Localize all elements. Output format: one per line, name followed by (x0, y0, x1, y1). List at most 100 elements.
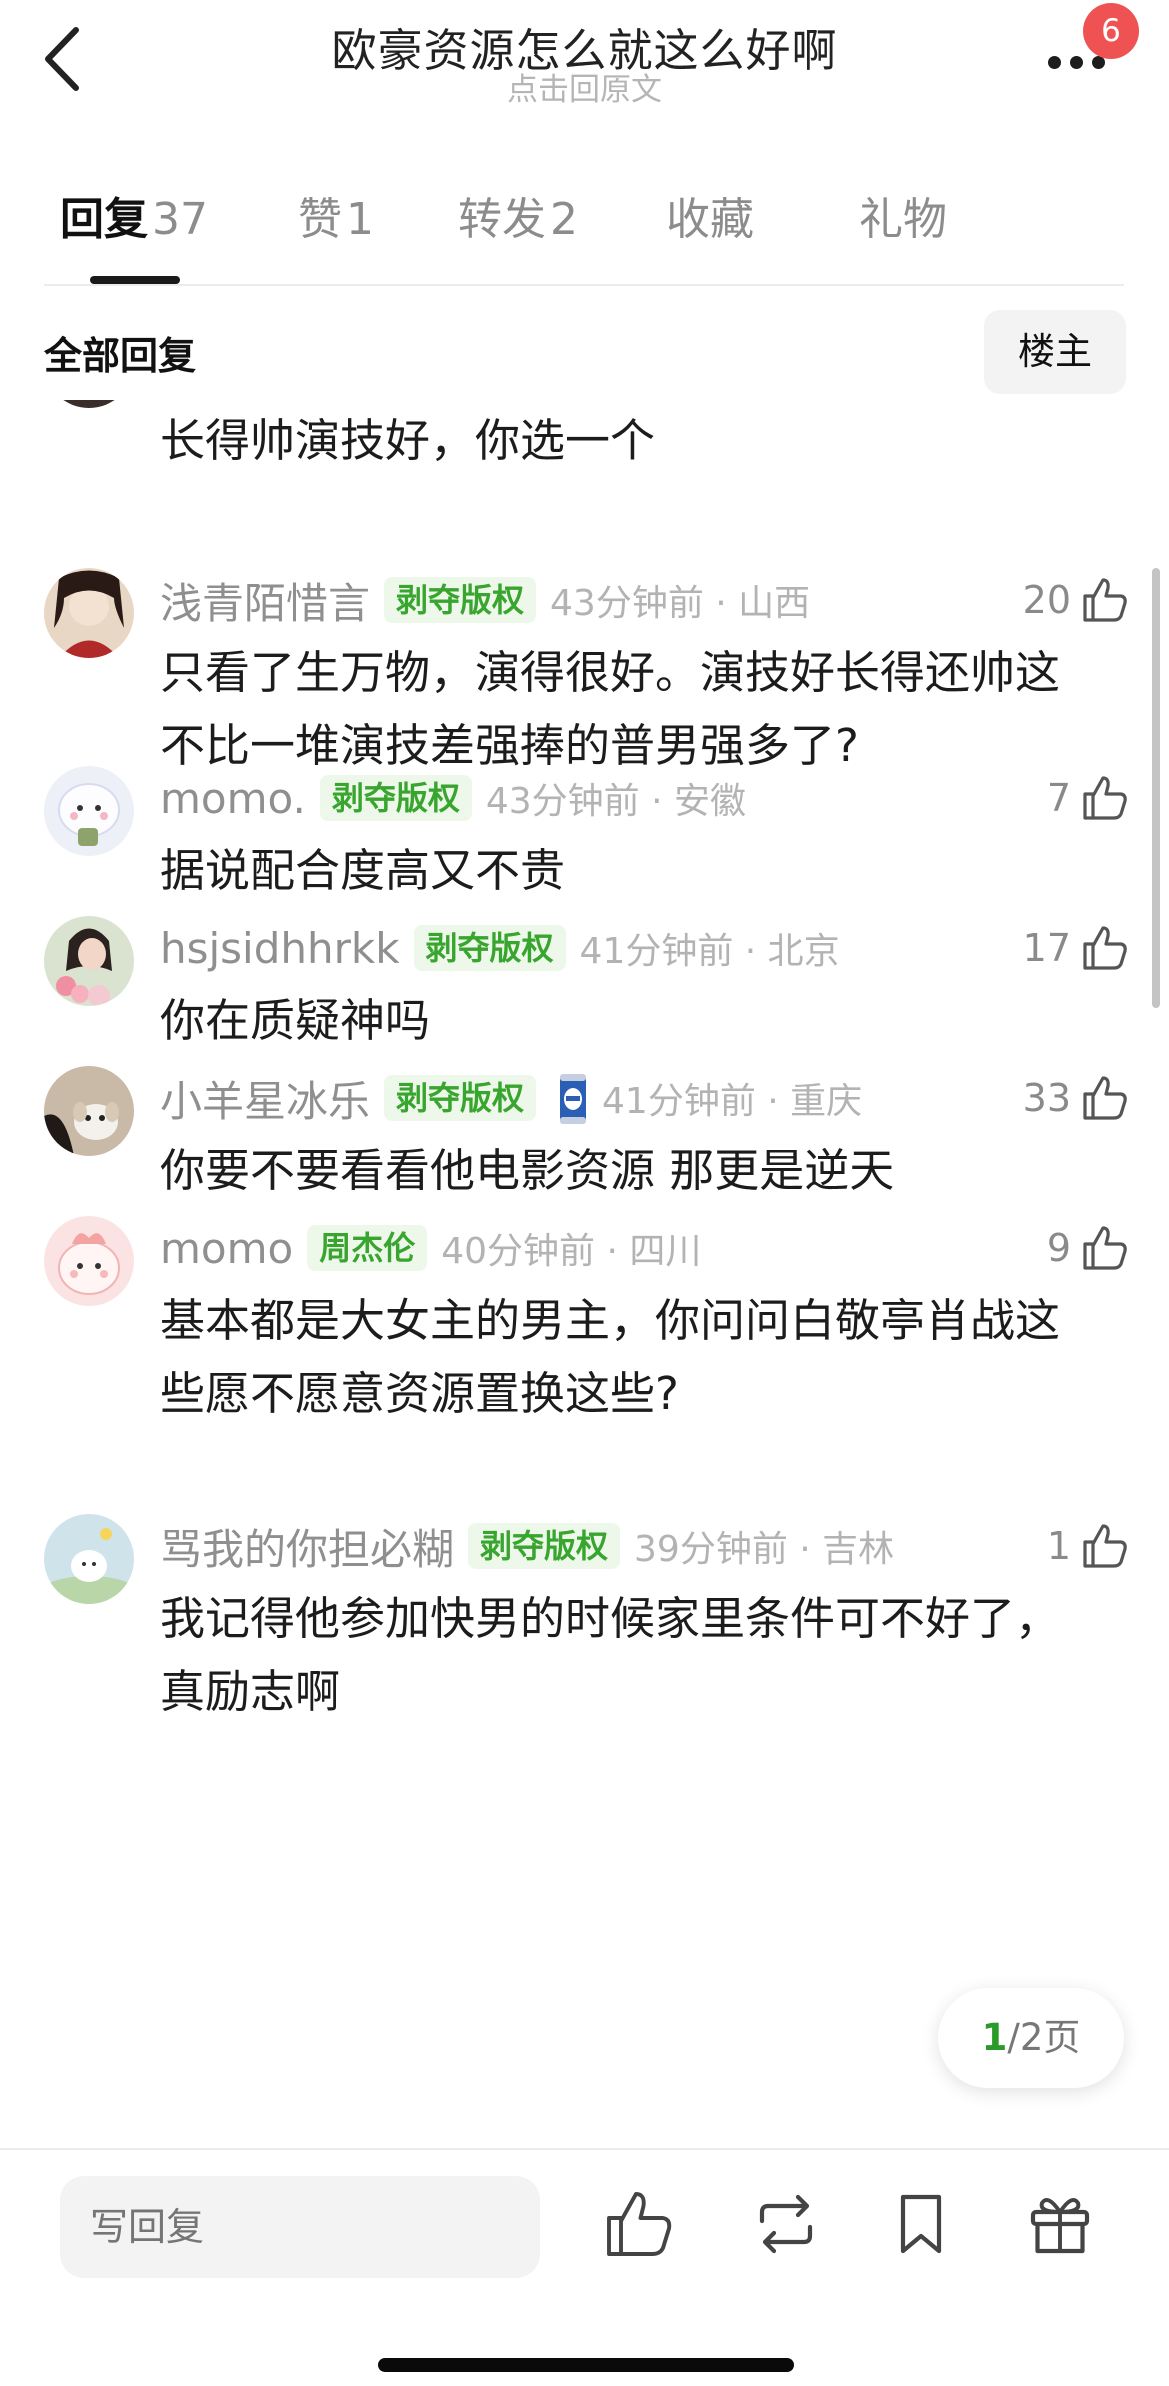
tab-bar: 回复37 赞1 转发2 收藏 礼物 (44, 185, 1124, 285)
owner-filter-button[interactable]: 楼主 (984, 310, 1126, 394)
avatar[interactable] (44, 400, 134, 408)
comment-item[interactable]: momo. 剥夺版权 43分钟前 · 安徽 7 据说配合度高又不贵 (0, 766, 1169, 918)
tab-replies[interactable]: 回复37 (60, 185, 208, 255)
current-page: 1 (981, 2016, 1008, 2059)
fan-tag[interactable]: 周杰伦 (307, 1225, 428, 1271)
like-count: 20 (1022, 578, 1071, 622)
page-indicator[interactable]: 1/2页 (938, 1988, 1124, 2088)
username[interactable]: 浅青陌惜言 (160, 570, 370, 631)
tab-reposts[interactable]: 转发2 (458, 185, 578, 255)
fan-tag[interactable]: 剥夺版权 (384, 1075, 537, 1121)
like-button[interactable]: 20 (1023, 570, 1129, 630)
avatar[interactable] (44, 1514, 134, 1604)
comment-item[interactable]: 长得帅演技好，你选一个 (0, 400, 1169, 488)
like-button[interactable]: 1 (1047, 1516, 1129, 1576)
fan-tag[interactable]: 剥夺版权 (413, 925, 566, 971)
total-pages: /2页 (1007, 2016, 1081, 2059)
like-count: 7 (1046, 776, 1071, 820)
bookmark-button[interactable] (885, 2188, 957, 2260)
timestamp-location: 40分钟前 · 四川 (441, 1231, 702, 1272)
tab-favorites[interactable]: 收藏 (666, 185, 754, 255)
like-button[interactable]: 33 (1023, 1068, 1129, 1128)
bookmark-icon (900, 2194, 942, 2254)
section-title: 全部回复 (44, 334, 197, 378)
username[interactable]: 小羊星冰乐 (160, 1068, 370, 1129)
thumbs-up-icon (1083, 1076, 1127, 1120)
timestamp-location: 43分钟前 · 安徽 (485, 781, 746, 822)
like-count: 17 (1022, 926, 1071, 970)
thumbs-up-icon (1083, 1524, 1127, 1568)
timestamp-location: 41分钟前 · 重庆 (602, 1081, 863, 1122)
comment-text: 长得帅演技好，你选一个 (160, 414, 656, 467)
like-count: 33 (1022, 1076, 1071, 1120)
avatar[interactable] (44, 568, 134, 658)
like-count: 9 (1046, 1226, 1071, 1270)
comment-meta: hsjsidhhrkk 剥夺版权 41分钟前 · 北京 (160, 918, 840, 978)
comment-text: 我记得他参加快男的时候家里条件可不好了，真励志啊 (160, 1592, 1061, 1718)
like-post-button[interactable] (603, 2188, 675, 2260)
avatar[interactable] (44, 916, 134, 1006)
comment-meta: momo. 剥夺版权 43分钟前 · 安徽 (160, 768, 746, 828)
repost-icon (759, 2194, 813, 2254)
comment-meta: 小羊星冰乐 剥夺版权 41分钟前 · 重庆 (160, 1068, 862, 1128)
divider (44, 284, 1124, 286)
notification-badge: 6 (1083, 3, 1139, 59)
like-button[interactable]: 17 (1023, 918, 1129, 978)
timestamp-location: 43分钟前 · 山西 (550, 583, 811, 624)
scrollbar[interactable] (1152, 568, 1160, 1008)
thumbs-up-icon (1083, 926, 1127, 970)
tab-label: 回复 (60, 194, 148, 245)
like-count: 1 (1046, 1524, 1071, 1568)
tab-count: 2 (550, 194, 578, 245)
comment-text: 据说配合度高又不贵 (160, 844, 566, 897)
thumbs-up-icon (1083, 578, 1127, 622)
view-original-link[interactable]: 点击回原文 (0, 64, 1169, 109)
username[interactable]: momo. (160, 774, 306, 823)
thumbs-up-icon (1083, 776, 1127, 820)
username[interactable]: hsjsidhhrkk (160, 924, 400, 973)
fan-tag[interactable]: 剥夺版权 (468, 1523, 621, 1569)
tab-gifts[interactable]: 礼物 (859, 185, 947, 255)
tab-label: 赞 (298, 194, 342, 245)
gift-icon (1030, 2198, 1090, 2254)
comment-item[interactable]: 小羊星冰乐 剥夺版权 41分钟前 · 重庆 33 你要不要看看他电影资源 那更是… (0, 1066, 1169, 1218)
username[interactable]: momo (160, 1224, 293, 1273)
fan-tag[interactable]: 剥夺版权 (384, 577, 537, 623)
timestamp-location: 41分钟前 · 北京 (579, 931, 840, 972)
comment-item[interactable]: hsjsidhhrkk 剥夺版权 41分钟前 · 北京 17 你在质疑神吗 (0, 916, 1169, 1068)
comment-meta: 骂我的你担必糊 剥夺版权 39分钟前 · 吉林 (160, 1516, 894, 1576)
more-dots-icon (1048, 56, 1061, 69)
comment-meta: 浅青陌惜言 剥夺版权 43分钟前 · 山西 (160, 570, 810, 630)
home-indicator[interactable] (378, 2358, 794, 2372)
avatar[interactable] (44, 1216, 134, 1306)
tab-label: 收藏 (666, 194, 754, 245)
comment-list: 长得帅演技好，你选一个 浅青陌惜言 剥夺版权 43分钟前 · 山西 20 只看了… (0, 400, 1169, 2140)
comment-text: 基本都是大女主的男主，你问问白敬亭肖战这些愿不愿意资源置换这些? (160, 1294, 1061, 1420)
comment-item[interactable]: 骂我的你担必糊 剥夺版权 39分钟前 · 吉林 1 我记得他参加快男的时候家里条… (0, 1514, 1169, 1736)
comment-meta: momo 周杰伦 40分钟前 · 四川 (160, 1218, 701, 1278)
can-badge-icon (560, 1074, 587, 1124)
comment-text: 你要不要看看他电影资源 那更是逆天 (160, 1144, 895, 1197)
fan-tag[interactable]: 剥夺版权 (319, 775, 472, 821)
comment-item[interactable]: 浅青陌惜言 剥夺版权 43分钟前 · 山西 20 只看了生万物，演得很好。演技好… (0, 568, 1169, 790)
reply-input[interactable] (60, 2176, 540, 2278)
thumbs-up-icon (1083, 1226, 1127, 1270)
timestamp-location: 39分钟前 · 吉林 (634, 1529, 895, 1570)
tab-label: 转发 (458, 194, 546, 245)
thumbs-up-icon (607, 2192, 672, 2256)
comment-text: 你在质疑神吗 (160, 994, 431, 1047)
avatar[interactable] (44, 1066, 134, 1156)
bottom-action-bar (0, 2148, 1169, 2386)
gift-button[interactable] (1024, 2188, 1096, 2260)
tab-count: 1 (346, 194, 374, 245)
username[interactable]: 骂我的你担必糊 (160, 1516, 454, 1577)
like-button[interactable]: 9 (1047, 1218, 1129, 1278)
comment-item[interactable]: momo 周杰伦 40分钟前 · 四川 9 基本都是大女主的男主，你问问白敬亭肖… (0, 1216, 1169, 1428)
tab-likes[interactable]: 赞1 (298, 185, 374, 255)
like-button[interactable]: 7 (1047, 768, 1129, 828)
tab-label: 礼物 (859, 194, 947, 245)
repost-button[interactable] (750, 2188, 822, 2260)
avatar[interactable] (44, 766, 134, 856)
comment-text: 只看了生万物，演得很好。演技好长得还帅这不比一堆演技差强捧的普男强多了? (160, 646, 1061, 772)
tab-count: 37 (152, 194, 208, 245)
